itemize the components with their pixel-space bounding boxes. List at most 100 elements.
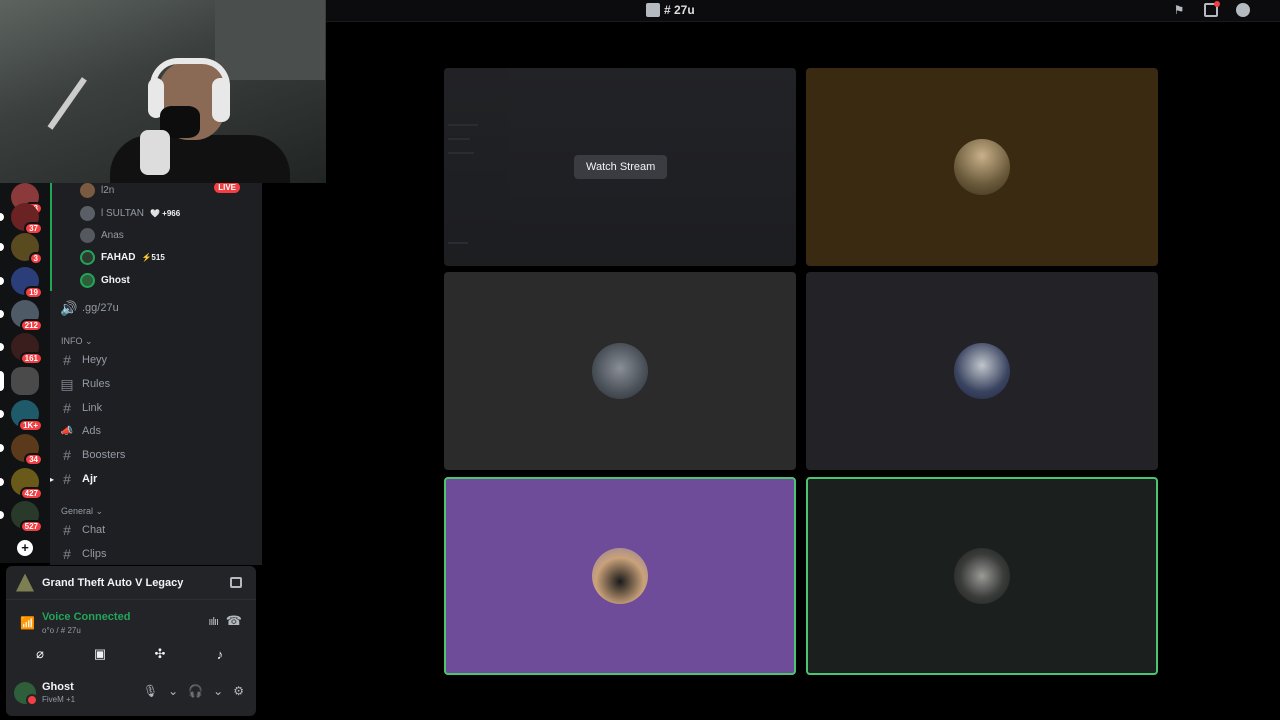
noise-suppression-icon[interactable]: ıılıı <box>208 616 219 628</box>
server-icon[interactable]: 212 <box>0 300 43 332</box>
headphones-icon[interactable]: 🎧 <box>188 684 203 698</box>
server-icon[interactable]: 1K+ <box>0 400 43 432</box>
announcement-icon: 📣 <box>60 425 74 437</box>
server-icon[interactable]: 3 <box>0 233 43 265</box>
channel-title-text: # 27u <box>664 3 695 17</box>
voice-connected-indicator <box>50 183 52 291</box>
help-icon[interactable]: ? <box>1236 3 1250 17</box>
watch-stream-button[interactable]: Watch Stream <box>574 155 668 179</box>
signal-icon[interactable]: 📶 <box>20 616 35 630</box>
game-icon <box>16 573 34 592</box>
channel-name: Clips <box>82 548 107 560</box>
chevron-down-icon[interactable]: ⌄ <box>168 684 178 698</box>
category-general[interactable]: General ⌄ <box>61 506 103 517</box>
camera-off-icon: ⌀ <box>36 646 44 661</box>
channel-ads[interactable]: 📣 Ads <box>60 420 250 442</box>
channel-link[interactable]: # Link <box>60 397 250 419</box>
channel-heyy[interactable]: # Heyy <box>60 349 250 371</box>
speaker-icon: 🔊 <box>60 299 78 316</box>
hash-icon: # <box>63 546 71 562</box>
user-controls: 🎙 ⌄ 🎧 ⌄ ⚙ <box>143 684 244 698</box>
voice-member[interactable]: Ghost <box>80 270 130 290</box>
participant-tile-speaking[interactable] <box>806 477 1158 675</box>
share-screen-icon[interactable] <box>230 577 242 588</box>
voice-member-name: Anas <box>101 229 124 241</box>
channel-name: .gg/27u <box>82 302 119 314</box>
camera-off-button[interactable]: ⌀ <box>14 642 66 666</box>
channel-name: Heyy <box>82 354 108 366</box>
channel-name: Ajr <box>82 473 98 485</box>
voice-member-name: Ghost <box>101 274 130 286</box>
activities-button[interactable]: ✣ <box>134 642 186 666</box>
member-tag: 🤍 +966 <box>149 208 181 218</box>
server-icon-selected[interactable] <box>0 367 39 395</box>
channel-voice-link[interactable]: 🔊 .gg/27u <box>60 297 250 319</box>
member-tag: ⚡515 <box>141 252 165 262</box>
hash-icon: # <box>63 447 71 463</box>
unread-caret-icon: ▸ <box>50 474 55 484</box>
voice-channel-icon <box>646 3 660 17</box>
screen-share-icon: ▣ <box>93 646 107 661</box>
voice-connection: 📶 Voice Connected o°o / # 27u ıılıı ☎ <box>6 606 256 636</box>
channel-name: Link <box>82 402 103 414</box>
server-icon[interactable]: 527 <box>0 501 43 533</box>
server-icon[interactable]: 427 <box>0 468 43 500</box>
voice-location[interactable]: o°o / # 27u <box>42 626 81 635</box>
unread-badge: 161 <box>19 352 43 365</box>
topbar-actions: ⚑ ? <box>1172 1 1250 17</box>
avatar <box>80 205 95 221</box>
channel-rules[interactable]: ▤ Rules <box>60 373 250 395</box>
participant-avatar <box>954 548 1010 604</box>
voice-member[interactable]: FAHAD ⚡515 <box>80 247 165 267</box>
voice-member[interactable]: Anas <box>80 225 124 245</box>
unread-badge: 19 <box>24 286 43 299</box>
voice-member-name: l SULTAN <box>101 207 144 219</box>
participant-tile[interactable] <box>806 272 1158 470</box>
server-icon[interactable]: 37 <box>0 203 43 235</box>
server-icon[interactable]: 19 <box>0 267 43 299</box>
channel-clips[interactable]: # Clips <box>60 543 250 565</box>
hash-icon: # <box>63 522 71 538</box>
server-rail: 13 37 3 19 212 161 1K+ 34 427 527 + <box>0 183 50 563</box>
disconnect-icon[interactable]: ☎ <box>226 613 242 629</box>
participant-tile[interactable] <box>806 68 1158 266</box>
avatar[interactable] <box>14 682 38 706</box>
voice-status[interactable]: Voice Connected <box>42 611 130 623</box>
screen-share-button[interactable]: ▣ <box>74 642 126 666</box>
participant-avatar <box>954 139 1010 195</box>
chevron-down-icon[interactable]: ⌄ <box>213 684 223 698</box>
microphone-icon[interactable]: 🎙 <box>143 684 158 698</box>
gear-icon[interactable]: ⚙ <box>233 684 244 698</box>
channel-boosters[interactable]: # Boosters <box>60 444 250 466</box>
add-server-button[interactable]: + <box>17 540 33 556</box>
unread-badge: 3 <box>28 252 43 265</box>
avatar <box>80 249 95 265</box>
user-name[interactable]: Ghost <box>42 681 74 693</box>
channel-list: l2n LIVE l SULTAN 🤍 +966 Anas FAHAD ⚡515… <box>50 183 262 565</box>
server-icon[interactable]: 161 <box>0 333 43 365</box>
voice-member[interactable]: l SULTAN 🤍 +966 <box>80 203 180 223</box>
live-badge: LIVE <box>214 183 240 193</box>
channel-chat[interactable]: # Chat <box>60 519 250 541</box>
channel-name: Rules <box>82 378 111 390</box>
participant-avatar <box>592 343 648 399</box>
voice-member-name: FAHAD <box>101 251 136 263</box>
participant-tile-speaking[interactable] <box>444 477 796 675</box>
soundboard-button[interactable]: ♪ <box>194 642 246 666</box>
unread-badge: 527 <box>19 520 43 533</box>
stream-tile[interactable]: Watch Stream <box>444 68 796 266</box>
flag-icon[interactable]: ⚑ <box>1172 3 1186 17</box>
avatar <box>80 183 95 198</box>
unread-badge: 34 <box>24 453 43 466</box>
activities-icon: ✣ <box>154 646 166 661</box>
server-icon[interactable]: 34 <box>0 434 43 466</box>
channel-ajr[interactable]: ▸ # Ajr <box>50 468 250 490</box>
category-info[interactable]: INFO ⌄ <box>61 336 93 347</box>
game-name: Grand Theft Auto V Legacy <box>42 576 184 589</box>
user-panel: Grand Theft Auto V Legacy 📶 Voice Connec… <box>6 566 256 716</box>
voice-member[interactable]: l2n LIVE <box>80 183 252 200</box>
current-user: Ghost FiveM +1 🎙 ⌄ 🎧 ⌄ ⚙ <box>6 678 256 712</box>
participant-tile[interactable] <box>444 272 796 470</box>
channel-name: Ads <box>82 425 101 437</box>
record-icon[interactable] <box>1204 1 1220 17</box>
